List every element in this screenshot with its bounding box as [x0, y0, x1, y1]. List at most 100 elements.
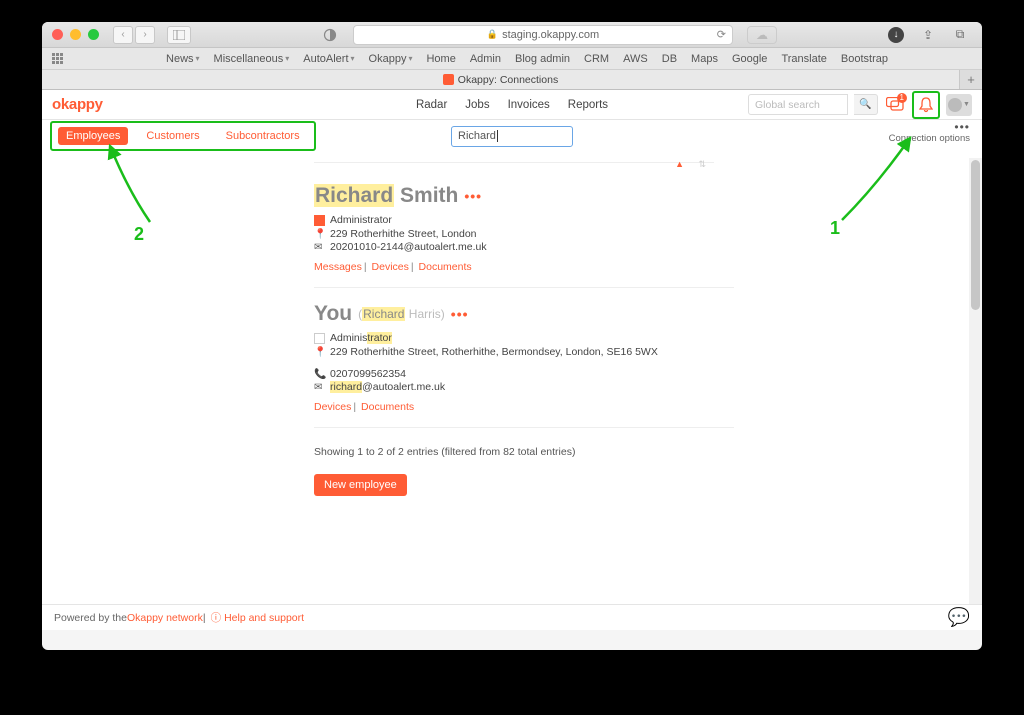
window-controls[interactable] [52, 29, 99, 40]
cloud-button[interactable]: ☁ [747, 26, 777, 44]
annotation-box-1 [912, 91, 940, 119]
tab-title: Okappy: Connections [458, 74, 558, 86]
tab-subcontractors[interactable]: Subcontractors [218, 127, 308, 145]
link-documents[interactable]: Documents [361, 401, 414, 413]
chat-bubble-icon[interactable]: 💬 [948, 607, 970, 628]
address-text: 229 Rotherhithe Street, London [330, 228, 477, 240]
global-search-input[interactable]: Global search [748, 94, 848, 115]
reader-mode-icon[interactable] [319, 26, 341, 44]
annotation-number-1: 1 [830, 218, 840, 239]
share-button[interactable]: ⇪ [916, 26, 940, 44]
footer-help-link[interactable]: Help and support [224, 612, 304, 624]
sort-desc-icon[interactable]: ⇅ [698, 159, 706, 170]
tab-strip: Okappy: Connections + [42, 70, 982, 90]
app-footer: Powered by the Okappy network | ⓘ Help a… [42, 604, 982, 630]
bookmark-item[interactable]: Maps [691, 53, 718, 65]
chat-icon[interactable]: 1 [884, 94, 906, 116]
role-label: Administrator [330, 332, 392, 344]
bookmark-item[interactable]: Blog admin [515, 53, 570, 65]
scrollbar[interactable] [969, 158, 982, 604]
bookmark-item[interactable]: News▾ [166, 53, 200, 65]
link-messages[interactable]: Messages [314, 261, 362, 273]
sort-controls[interactable]: ▲ ⇅ [314, 162, 714, 176]
phone-text: 0207099562354 [330, 368, 406, 380]
tab-favicon [443, 74, 454, 85]
bookmark-item[interactable]: DB [662, 53, 677, 65]
tabs-button[interactable]: ⧉ [948, 26, 972, 44]
new-tab-button[interactable]: + [960, 70, 982, 89]
employee-entry: Richard Smith ••• Administrator 📍 229 Rot… [314, 184, 734, 288]
annotation-box-2: Employees Customers Subcontractors [50, 121, 316, 151]
minimize-window-icon[interactable] [70, 29, 81, 40]
phone-icon: 📞 [314, 369, 326, 380]
mail-icon: ✉ [314, 242, 326, 253]
downloads-button[interactable]: ↓ [884, 26, 908, 44]
employee-entry-self: You (Richard Harris) ••• Administrator 📍… [314, 302, 734, 428]
apps-grid-icon[interactable] [52, 53, 68, 65]
app-logo[interactable]: okappy [52, 96, 103, 113]
bookmark-item[interactable]: Google [732, 53, 767, 65]
url-bar[interactable]: 🔒 staging.okappy.com ⟳ [353, 25, 733, 45]
back-button[interactable]: ‹ [113, 26, 133, 44]
result-count: Showing 1 to 2 of 2 entries (filtered fr… [314, 446, 682, 458]
entry-links: Devices| Documents [314, 401, 734, 413]
role-color-icon [314, 215, 325, 226]
footer-network-link[interactable]: Okappy network [127, 612, 203, 624]
tab-customers[interactable]: Customers [138, 127, 207, 145]
sidebar-toggle-button[interactable] [167, 26, 191, 44]
refresh-icon[interactable]: ⟳ [717, 28, 726, 41]
link-devices[interactable]: Devices [314, 401, 351, 413]
scroll-thumb[interactable] [971, 160, 980, 310]
entry-links: Messages| Devices| Documents [314, 261, 734, 273]
tab-employees[interactable]: Employees [58, 127, 128, 145]
lock-icon: 🔒 [487, 29, 498, 40]
bookmarks-bar: News▾ Miscellaneous▾ AutoAlert▾ Okappy▾ Home… [42, 48, 982, 70]
bookmark-item[interactable]: Bootstrap [841, 53, 888, 65]
bookmark-item[interactable]: Miscellaneous▾ [214, 53, 290, 65]
bookmark-item[interactable]: CRM [584, 53, 609, 65]
global-search-button[interactable]: 🔍 [854, 94, 878, 115]
email-text: richard@autoalert.me.uk [330, 381, 445, 393]
entry-more-icon[interactable]: ••• [451, 306, 469, 322]
mail-icon: ✉ [314, 382, 326, 393]
pin-icon: 📍 [314, 229, 326, 240]
bookmark-item[interactable]: AutoAlert▾ [303, 53, 354, 65]
forward-button[interactable]: › [135, 26, 155, 44]
connection-options[interactable]: ••• Connection options [889, 122, 970, 144]
bookmark-item[interactable]: Translate [781, 53, 826, 65]
bookmark-item[interactable]: Admin [470, 53, 501, 65]
avatar-icon [948, 98, 962, 112]
chat-badge: 1 [897, 93, 907, 103]
new-employee-button[interactable]: New employee [314, 474, 407, 496]
close-window-icon[interactable] [52, 29, 63, 40]
link-devices[interactable]: Devices [372, 261, 409, 273]
main-nav: Radar Jobs Invoices Reports [416, 99, 608, 111]
bell-icon[interactable] [915, 94, 937, 116]
info-icon: ⓘ [211, 610, 222, 625]
bookmark-item[interactable]: AWS [623, 53, 648, 65]
sort-asc-icon[interactable]: ▲ [675, 159, 684, 169]
filter-search-input[interactable]: Richard [451, 126, 573, 147]
pin-icon: 📍 [314, 347, 326, 358]
user-menu[interactable]: ▼ [946, 94, 972, 116]
more-icon[interactable]: ••• [889, 122, 970, 133]
maximize-window-icon[interactable] [88, 29, 99, 40]
entry-more-icon[interactable]: ••• [464, 188, 482, 204]
browser-titlebar: ‹ › 🔒 staging.okappy.com ⟳ ☁ ↓ ⇪ ⧉ [42, 22, 982, 48]
url-text: staging.okappy.com [502, 29, 599, 41]
entry-name[interactable]: You (Richard Harris) ••• [314, 302, 734, 326]
link-documents[interactable]: Documents [419, 261, 472, 273]
app-header: okappy Radar Jobs Invoices Reports Global s… [42, 90, 982, 120]
email-text: 20201010-2144@autoalert.me.uk [330, 241, 487, 253]
browser-tab[interactable]: Okappy: Connections [42, 70, 960, 89]
bookmark-item[interactable]: Home [426, 53, 455, 65]
entry-name[interactable]: Richard Smith ••• [314, 184, 734, 208]
nav-item[interactable]: Radar [416, 99, 447, 111]
role-label: Administrator [330, 214, 392, 226]
nav-item[interactable]: Invoices [508, 99, 550, 111]
nav-item[interactable]: Jobs [465, 99, 489, 111]
nav-item[interactable]: Reports [568, 99, 608, 111]
role-checkbox[interactable] [314, 333, 325, 344]
bookmark-item[interactable]: Okappy▾ [369, 53, 413, 65]
annotation-number-2: 2 [134, 224, 144, 245]
